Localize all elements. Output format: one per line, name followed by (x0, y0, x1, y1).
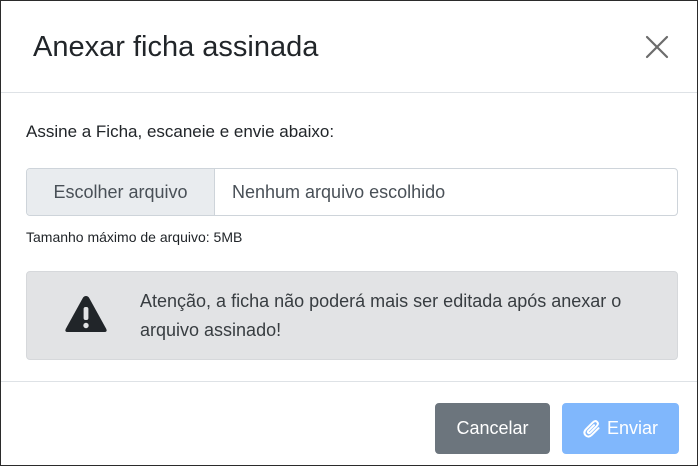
instruction-text: Assine a Ficha, escaneie e envie abaixo: (26, 122, 335, 141)
close-icon (645, 35, 669, 59)
send-button[interactable]: Enviar (562, 403, 679, 454)
cancel-button-label: Cancelar (456, 418, 529, 438)
warning-text: Atenção, a ficha não poderá mais ser edi… (140, 291, 622, 340)
attach-signed-form-dialog: Anexar ficha assinada Assine a Ficha, es… (0, 0, 698, 466)
close-button[interactable] (642, 32, 672, 62)
dialog-title: Anexar ficha assinada (33, 31, 319, 63)
dialog-body: Assine a Ficha, escaneie e envie abaixo:… (1, 93, 697, 380)
max-file-size-text: Tamanho máximo de arquivo: 5MB (26, 229, 243, 245)
cancel-button[interactable]: Cancelar (435, 403, 550, 454)
paperclip-icon (583, 419, 600, 438)
warning-icon (65, 296, 107, 332)
send-button-label: Enviar (606, 418, 659, 438)
dialog-header: Anexar ficha assinada (1, 1, 697, 93)
dialog-footer: Cancelar Enviar (1, 381, 697, 466)
choose-file-button[interactable]: Escolher arquivo (27, 169, 215, 215)
file-input[interactable]: Escolher arquivo Nenhum arquivo escolhid… (26, 168, 678, 216)
file-name-display: Nenhum arquivo escolhido (232, 181, 446, 202)
warning-alert: Atenção, a ficha não poderá mais ser edi… (26, 271, 678, 360)
